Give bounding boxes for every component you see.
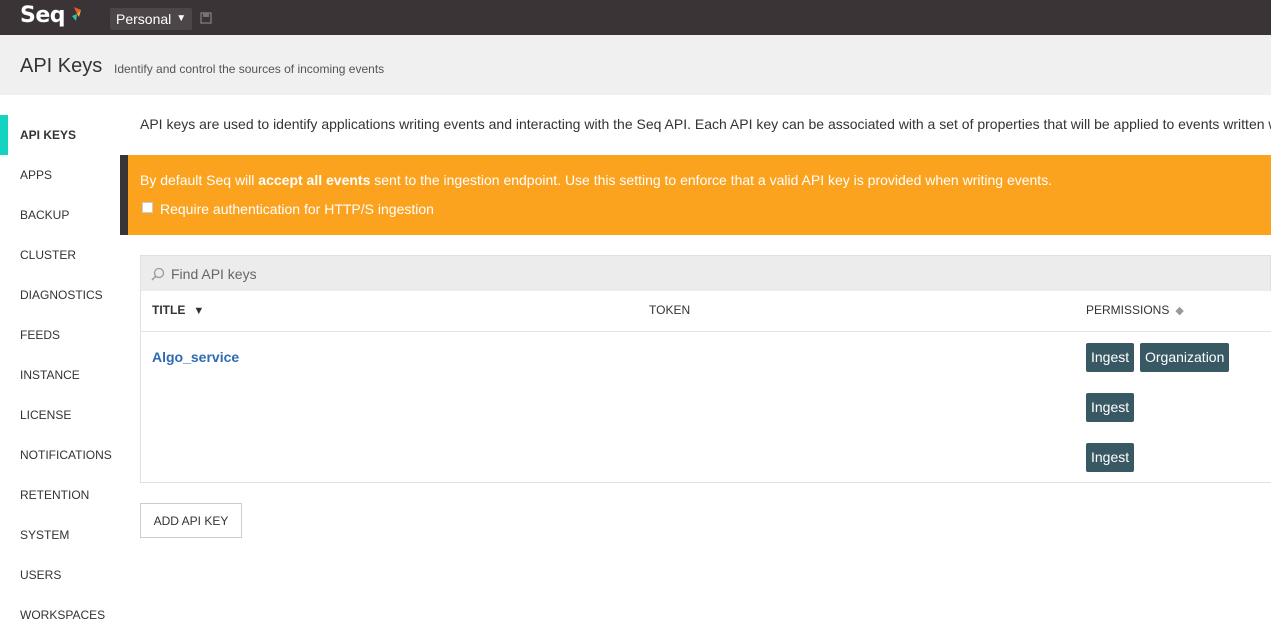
logo-mark-icon [72, 7, 81, 21]
api-keys-table: TITLE ▼ TOKEN PERMISSIONS ◆ Algo_service I… [140, 291, 1271, 483]
column-header-title-label: TITLE [152, 303, 186, 317]
sortable-diamond-icon: ◆ [1175, 305, 1184, 317]
sidebar-item-diagnostics[interactable]: DIAGNOSTICS [0, 275, 120, 315]
require-auth-checkbox[interactable] [142, 202, 153, 213]
search-icon [151, 267, 165, 281]
top-bar: Seq Personal ▼ [0, 0, 1271, 35]
alert-text-bold: accept all events [258, 172, 371, 188]
sidebar-item-feeds[interactable]: FEEDS [0, 315, 120, 355]
sidebar-item-api-keys[interactable]: API KEYS [0, 115, 120, 155]
alert-text: By default Seq will accept all events se… [140, 172, 1052, 188]
permission-badge: Organization [1140, 343, 1230, 372]
column-header-title[interactable]: TITLE ▼ [152, 303, 204, 317]
add-api-key-button[interactable]: ADD API KEY [140, 503, 242, 538]
sidebar-item-instance[interactable]: INSTANCE [0, 355, 120, 395]
seq-logo[interactable]: Seq [20, 3, 66, 28]
workspace-select[interactable]: Personal ▼ [110, 8, 193, 30]
alert-text-after: sent to the ingestion endpoint. Use this… [370, 172, 1053, 188]
page-header: API Keys Identify and control the source… [0, 35, 1271, 95]
ingestion-alert: By default Seq will accept all events se… [120, 155, 1271, 235]
sidebar-item-backup[interactable]: BACKUP [0, 195, 120, 235]
permission-badge: Ingest [1086, 393, 1135, 422]
sidebar-item-license[interactable]: LICENSE [0, 395, 120, 435]
column-header-token: TOKEN [649, 303, 691, 317]
page-subtitle: Identify and control the sources of inco… [114, 62, 385, 76]
require-auth-label[interactable]: Require authentication for HTTP/S ingest… [160, 201, 434, 217]
sidebar-item-workspaces[interactable]: WORKSPACES [0, 595, 120, 635]
header-divider [141, 331, 1271, 332]
api-key-search-bar [140, 255, 1271, 291]
page-title: API Keys [20, 55, 103, 77]
workspace-select-label: Personal [116, 11, 172, 27]
sidebar-item-apps[interactable]: APPS [0, 155, 120, 195]
permission-badge: Ingest [1086, 343, 1135, 372]
sidebar-item-users[interactable]: USERS [0, 555, 120, 595]
sidebar-item-notifications[interactable]: NOTIFICATIONS [0, 435, 120, 475]
settings-sidebar: API KEYS APPS BACKUP CLUSTER DIAGNOSTICS… [0, 95, 120, 635]
column-header-permissions-label: PERMISSIONS [1086, 303, 1170, 317]
search-input[interactable] [171, 262, 771, 286]
api-key-title-link[interactable]: Algo_service [152, 349, 239, 365]
sort-descending-icon: ▼ [193, 305, 205, 317]
sidebar-item-retention[interactable]: RETENTION [0, 475, 120, 515]
api-keys-description: API keys are used to identify applicatio… [140, 116, 1271, 132]
column-header-permissions[interactable]: PERMISSIONS ◆ [1086, 303, 1184, 317]
workspace-bookmark-icon[interactable] [200, 12, 212, 24]
alert-text-before: By default Seq will [140, 172, 259, 188]
sidebar-item-cluster[interactable]: CLUSTER [0, 235, 120, 275]
permission-badge: Ingest [1086, 443, 1135, 472]
chevron-down-icon: ▼ [176, 13, 187, 24]
sidebar-item-system[interactable]: SYSTEM [0, 515, 120, 555]
